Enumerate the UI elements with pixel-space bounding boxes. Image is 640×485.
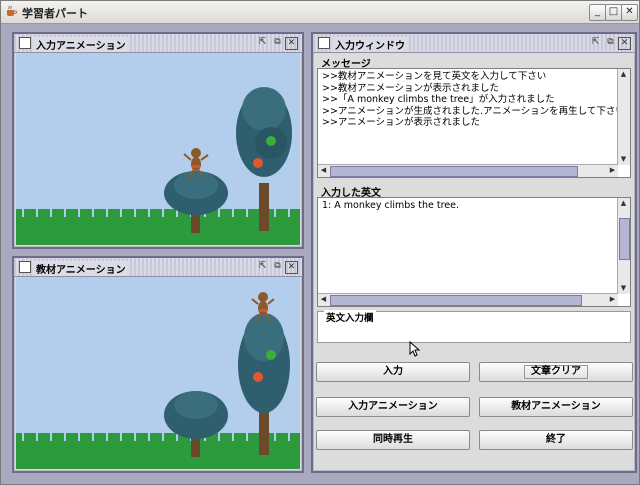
scroll-left-icon[interactable]: ◀ <box>318 294 329 305</box>
green-apple <box>266 136 276 146</box>
main-window: 学習者パート _ □ ✕ 入力アニメーション ⇱ ⧉ ✕ 教材アニメーション ⇱… <box>0 0 640 485</box>
message-line: >>教材アニメーションが表示されました <box>322 82 500 94</box>
big-tree <box>238 313 290 455</box>
finish-button[interactable]: 終了 <box>479 430 633 450</box>
entered-line: 1: A monkey climbs the tree. <box>322 200 460 211</box>
english-input-label: 英文入力欄 <box>324 310 376 324</box>
material-animation-button[interactable]: 教材アニメーション <box>479 397 633 417</box>
panel-title: 入力アニメーション <box>34 37 128 52</box>
close-icon[interactable]: ✕ <box>285 261 298 274</box>
orange-fruit <box>253 158 263 168</box>
maximize-button[interactable]: □ <box>605 4 622 21</box>
mouse-cursor-icon <box>409 341 421 357</box>
input-animation-panel: 入力アニメーション ⇱ ⧉ ✕ <box>12 32 304 249</box>
maximize-icon[interactable]: ⧉ <box>605 37 616 48</box>
clear-text-button[interactable]: 文章クリア <box>479 362 633 382</box>
material-animation-canvas <box>16 277 300 469</box>
entered-list: 1: A monkey climbs the tree. <box>318 198 630 212</box>
close-icon[interactable]: ✕ <box>285 37 298 50</box>
input-button[interactable]: 入力 <box>316 362 470 382</box>
panel-title-bar[interactable]: 教材アニメーション ⇱ ⧉ ✕ <box>14 258 302 277</box>
panel-icon <box>19 261 31 273</box>
maximize-icon: □ <box>608 6 619 17</box>
small-tree <box>164 171 228 233</box>
scroll-down-icon[interactable]: ▼ <box>618 283 629 294</box>
panel-icon <box>318 37 330 49</box>
maximize-icon[interactable]: ⧉ <box>272 37 283 48</box>
minimize-icon: _ <box>595 6 600 17</box>
panel-title: 入力ウィンドウ <box>333 37 407 52</box>
scroll-up-icon[interactable]: ▲ <box>618 198 629 209</box>
entered-area[interactable]: 1: A monkey climbs the tree. ▲ ▼ ◀ ▶ <box>317 197 631 307</box>
scene-drawing <box>164 87 292 233</box>
scroll-right-icon[interactable]: ▶ <box>607 294 618 305</box>
panel-icon <box>19 37 31 49</box>
play-simultaneous-button[interactable]: 同時再生 <box>316 430 470 450</box>
panel-title: 教材アニメーション <box>34 261 128 276</box>
clear-text-label: 文章クリア <box>524 365 588 379</box>
message-hscroll-thumb[interactable] <box>330 166 578 177</box>
message-line: >>アニメーションが表示されました <box>322 117 481 128</box>
green-apple <box>266 350 276 360</box>
panel-title-bar[interactable]: 入力アニメーション ⇱ ⧉ ✕ <box>14 34 302 53</box>
title-bar: 学習者パート _ □ ✕ <box>1 1 639 24</box>
entered-hscroll[interactable]: ◀ ▶ <box>318 293 618 306</box>
app-title: 学習者パート <box>22 7 88 20</box>
entered-vscroll[interactable]: ▲ ▼ <box>617 198 630 294</box>
big-tree <box>236 87 292 231</box>
message-area[interactable]: >>教材アニメーションを見て英文を入力して下さい >>教材アニメーションが表示され… <box>317 68 631 178</box>
message-line: >>アニメーションが生成されました.アニメーションを再生して下さい <box>322 105 625 117</box>
input-window-panel: 入力ウィンドウ ⇱ ⧉ ✕ メッセージ >>教材アニメーションを見て英文を入力し… <box>311 32 637 473</box>
java-cup-icon <box>7 5 17 16</box>
input-animation-button[interactable]: 入力アニメーション <box>316 397 470 417</box>
message-hscroll[interactable]: ◀ ▶ <box>318 164 618 177</box>
english-input-group: 英文入力欄 <box>317 310 631 343</box>
small-tree <box>164 391 228 457</box>
close-button[interactable]: ✕ <box>621 4 638 21</box>
iconify-icon[interactable]: ⇱ <box>257 37 268 48</box>
close-icon: ✕ <box>625 6 634 17</box>
english-input-field[interactable] <box>322 323 622 337</box>
panel-title-bar[interactable]: 入力ウィンドウ ⇱ ⧉ ✕ <box>313 34 635 53</box>
message-list: >>教材アニメーションを見て英文を入力して下さい >>教材アニメーションが表示され… <box>318 69 630 129</box>
maximize-icon[interactable]: ⧉ <box>272 261 283 272</box>
message-line: >>教材アニメーションを見て英文を入力して下さい <box>322 71 547 82</box>
iconify-icon[interactable]: ⇱ <box>257 261 268 272</box>
minimize-button[interactable]: _ <box>589 4 606 21</box>
orange-fruit <box>253 372 263 382</box>
scroll-up-icon[interactable]: ▲ <box>618 69 629 80</box>
input-animation-canvas <box>16 53 300 245</box>
message-line: >>「A monkey climbs the tree」が入力されました <box>322 94 555 105</box>
iconify-icon[interactable]: ⇱ <box>590 37 601 48</box>
close-icon[interactable]: ✕ <box>618 37 631 50</box>
scene-drawing <box>164 292 290 457</box>
material-animation-panel: 教材アニメーション ⇱ ⧉ ✕ <box>12 256 304 473</box>
message-vscroll[interactable]: ▲ ▼ <box>617 69 630 165</box>
entered-hscroll-thumb[interactable] <box>330 295 582 306</box>
scroll-down-icon[interactable]: ▼ <box>618 154 629 165</box>
scroll-right-icon[interactable]: ▶ <box>607 165 618 176</box>
entered-vscroll-thumb[interactable] <box>619 218 630 260</box>
scroll-left-icon[interactable]: ◀ <box>318 165 329 176</box>
